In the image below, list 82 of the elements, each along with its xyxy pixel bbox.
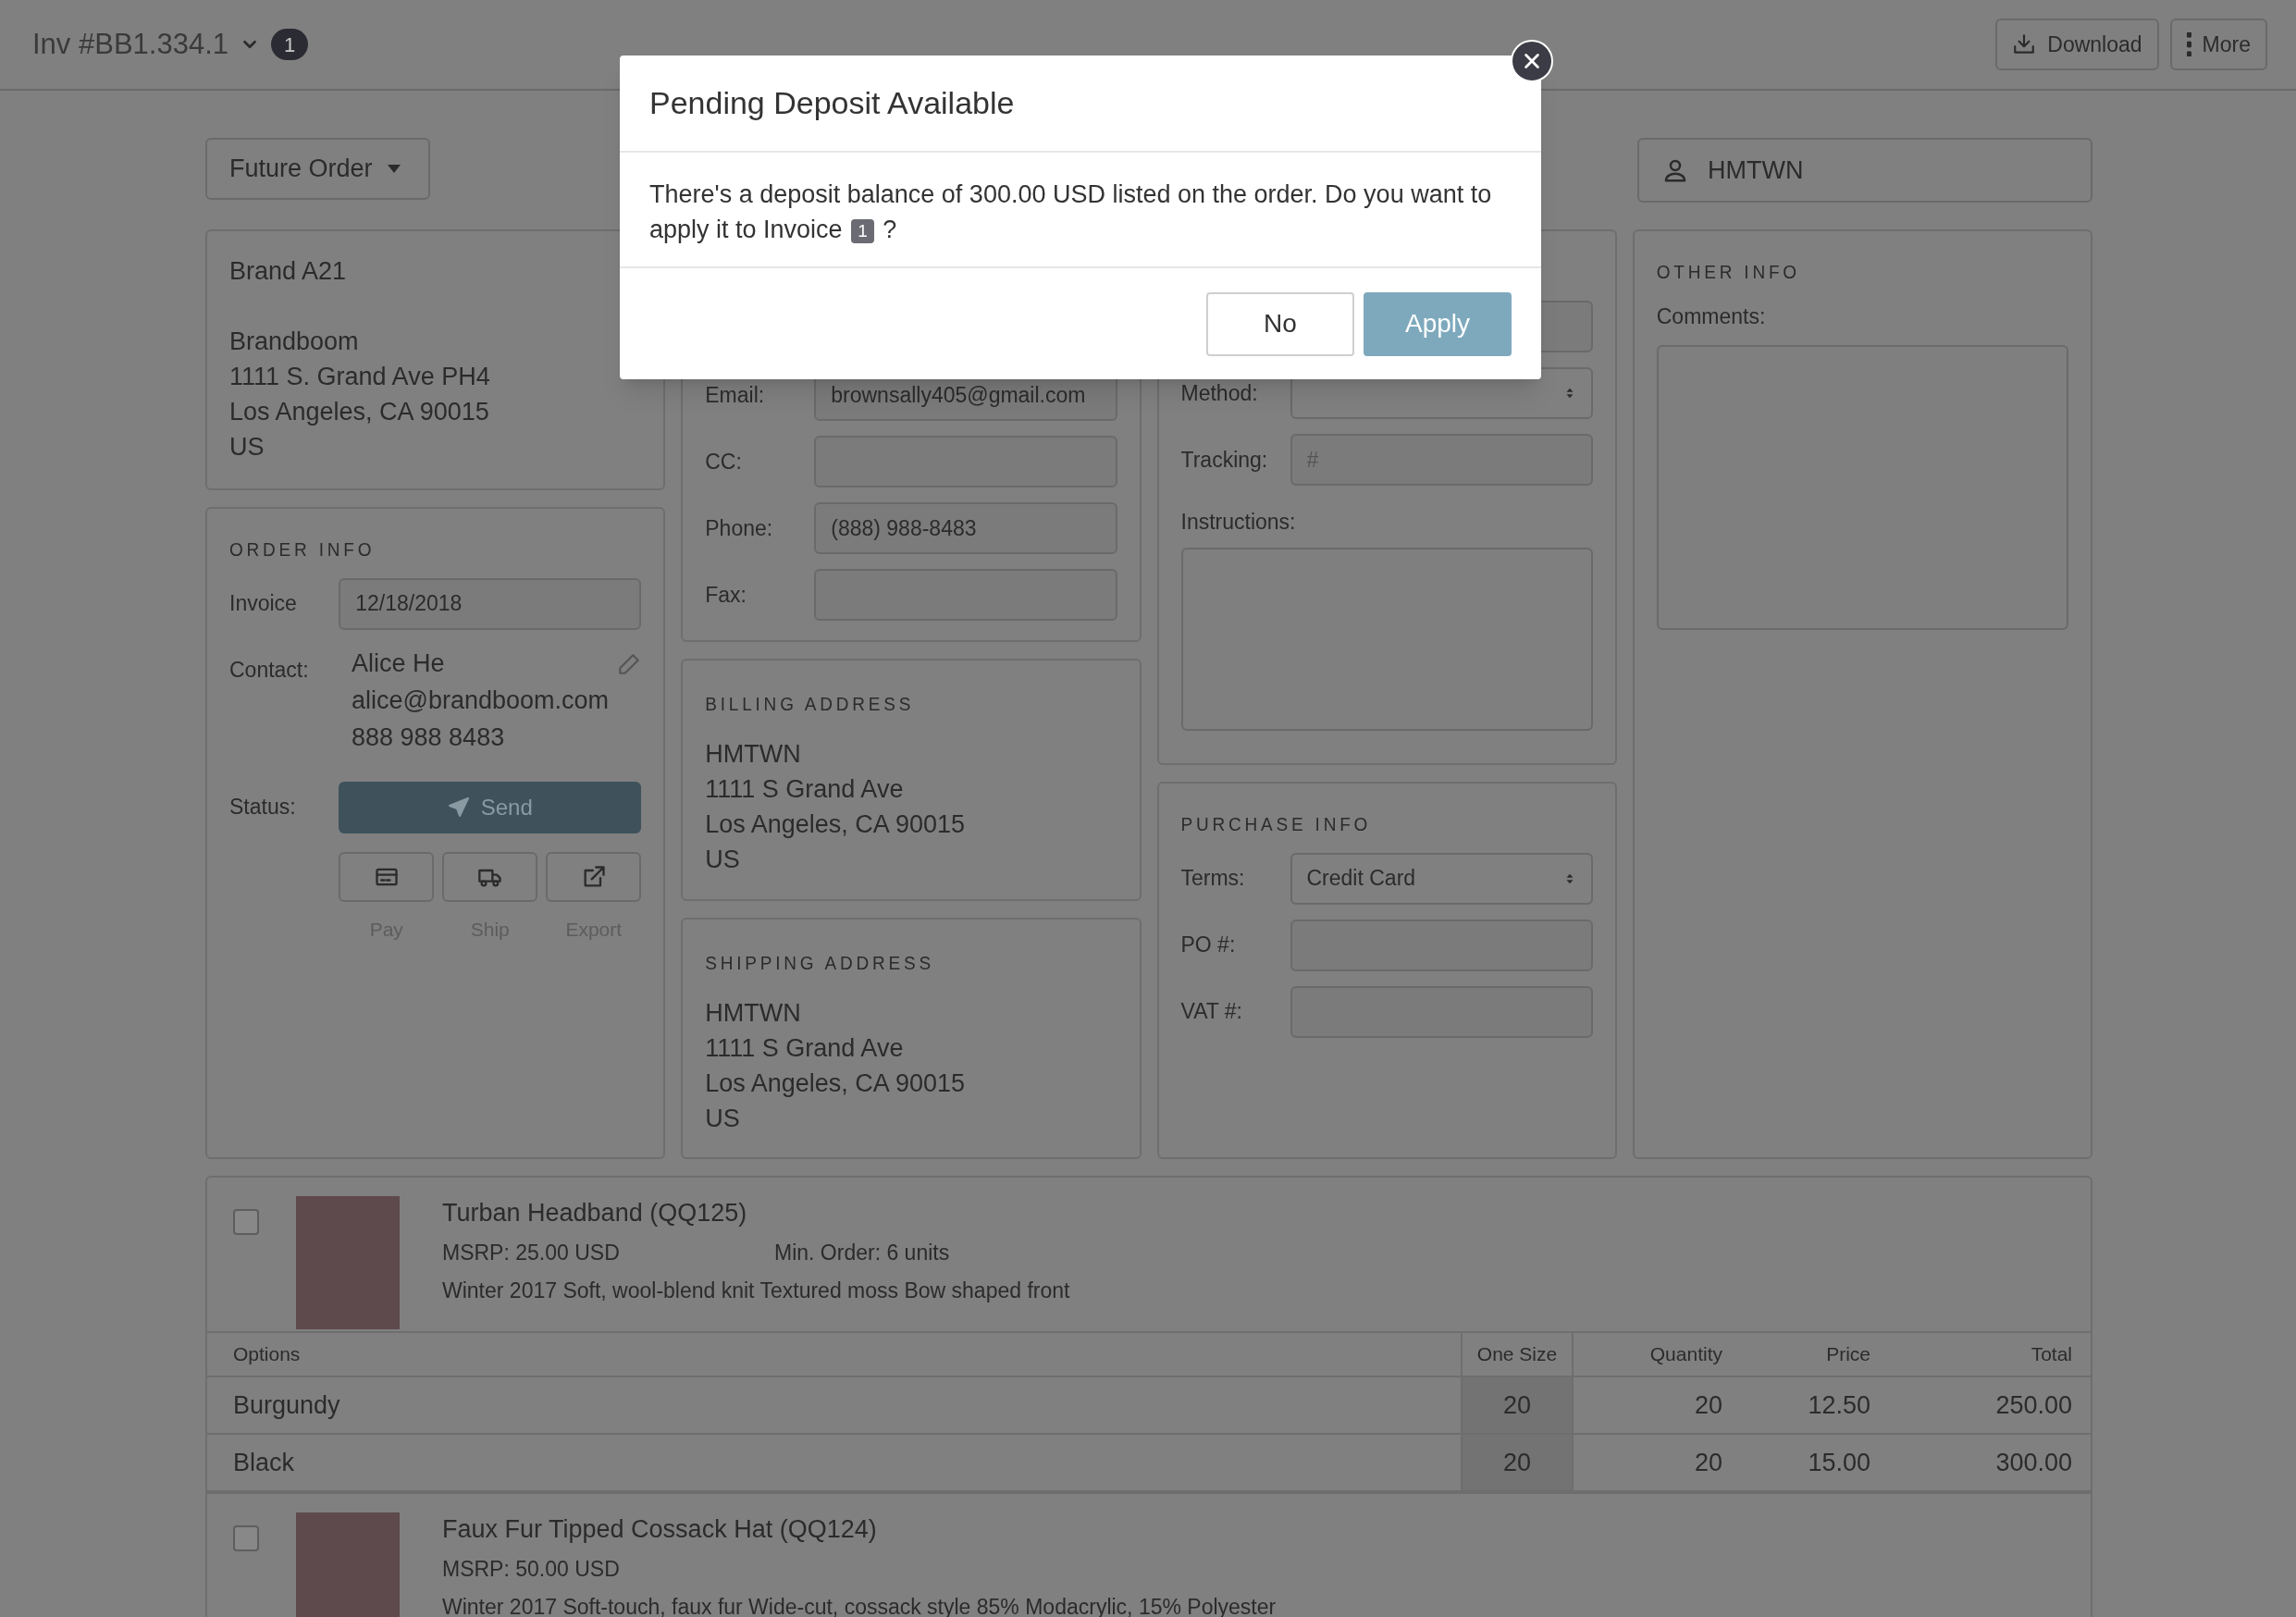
min-order-text: Min. Order: 6 units <box>774 1240 950 1266</box>
table-cell: 15.00 <box>1722 1434 1870 1491</box>
address-line: 1111 S Grand Ave <box>705 774 905 805</box>
contact-line: alice@brandboom.com <box>352 685 610 716</box>
field-label: Terms: <box>1180 865 1246 893</box>
field-label: Instructions: <box>1180 509 1297 536</box>
dialog-message: There's a deposit balance of 300.00 USD listed on the order. Do you want to apply it to Invoice 1 ? <box>649 179 1493 245</box>
table-cell: 20 <box>1573 1376 1722 1434</box>
section-heading: OTHER INFO <box>1656 259 1801 284</box>
field-label: VAT #: <box>1180 998 1243 1026</box>
table-cell: 20 <box>1462 1434 1573 1491</box>
field-label: Tracking: <box>1180 446 1269 474</box>
apply-button[interactable]: Apply <box>1364 291 1512 356</box>
table-cell: 20 <box>1573 1434 1722 1491</box>
download-tray-icon <box>2012 32 2037 56</box>
pencil-icon <box>617 651 642 676</box>
field-label: PO #: <box>1180 932 1237 959</box>
address-line: HMTWN <box>705 739 802 770</box>
contact-line: Alice He <box>352 648 446 679</box>
field-label: Method: <box>1180 379 1259 407</box>
invoice-title: Inv #BB1.334.1 <box>32 26 228 62</box>
field-label: Invoice <box>229 590 298 618</box>
table-cell: Black <box>207 1434 1462 1491</box>
section-heading: ORDER INFO <box>229 537 376 562</box>
download-button[interactable]: Download <box>1995 19 2159 70</box>
msrp-text: MSRP: 50.00 USD <box>442 1556 621 1583</box>
column-header: Quantity <box>1573 1332 1722 1376</box>
checkbox[interactable] <box>233 1209 259 1235</box>
address-line: Los Angeles, CA 90015 <box>705 809 966 840</box>
table-cell: Burgundy <box>207 1376 1462 1434</box>
contact-line: 888 988 8483 <box>352 722 506 753</box>
field-label: Phone: <box>705 514 774 542</box>
invoice-badge: 1 <box>851 218 874 243</box>
table-cell: 300.00 <box>1870 1434 2091 1491</box>
more-icon <box>2186 32 2191 56</box>
checkbox[interactable] <box>233 1525 259 1551</box>
msrp-text: MSRP: 25.00 USD <box>442 1240 621 1266</box>
section-heading: PURCHASE INFO <box>1180 811 1373 836</box>
column-header: Price <box>1722 1332 1870 1376</box>
table-cell: 20 <box>1462 1376 1573 1434</box>
product-name: Faux Fur Tipped Cossack Hat (QQ124) <box>442 1514 878 1545</box>
address-line: US <box>705 1103 741 1134</box>
input-field[interactable]: (888) 988-8483 <box>814 502 1117 554</box>
address-line: Los Angeles, CA 90015 <box>705 1068 966 1099</box>
field-label: Comments: <box>1656 302 1767 330</box>
address-line: Los Angeles, CA 90015 <box>229 397 490 427</box>
count-badge: 1 <box>271 29 308 60</box>
column-header: Total <box>1870 1332 2091 1376</box>
product-description: Winter 2017 Soft, wool-blend knit Textured moss Bow shaped front <box>442 1277 1070 1304</box>
invoice-date-field[interactable]: 12/18/2018 <box>339 577 642 630</box>
address-line: Brandboom <box>229 327 360 357</box>
dialog-title: Pending Deposit Available <box>649 84 1015 122</box>
section-heading: SHIPPING ADDRESS <box>705 950 935 975</box>
column-header: Options <box>207 1332 1462 1376</box>
brand-name: Brand A21 <box>229 256 348 287</box>
table-cell: 250.00 <box>1870 1376 2091 1434</box>
section-heading: BILLING ADDRESS <box>705 691 916 716</box>
input-field[interactable]: # <box>1290 434 1593 486</box>
address-line: US <box>229 432 265 463</box>
field-label: Email: <box>705 381 766 409</box>
action-button[interactable] <box>546 851 642 902</box>
more-button[interactable]: More <box>2169 19 2267 70</box>
address-line: 1111 S Grand Ave <box>705 1032 905 1064</box>
field-label: Fax: <box>705 581 747 609</box>
action-button[interactable] <box>339 851 435 902</box>
caret-down-icon <box>387 165 401 173</box>
table-cell: 12.50 <box>1722 1376 1870 1434</box>
field-label: Status: <box>229 794 296 821</box>
no-button[interactable]: No <box>1206 291 1354 356</box>
paper-plane-icon <box>447 796 470 819</box>
select-field[interactable]: Credit Card <box>1290 852 1593 905</box>
field-label: CC: <box>705 448 743 475</box>
product-name: Turban Headband (QQ125) <box>442 1198 748 1228</box>
field-label: Contact: <box>229 656 310 684</box>
address-line: US <box>705 845 741 875</box>
send-button[interactable]: Send <box>339 781 642 833</box>
customer-field[interactable]: HMTWN <box>1637 138 2092 203</box>
address-line: 1111 S. Grand Ave PH4 <box>229 362 491 392</box>
action-button[interactable] <box>442 851 538 902</box>
close-icon <box>1522 51 1542 71</box>
order-type-dropdown[interactable]: Future Order <box>205 138 430 200</box>
address-line: HMTWN <box>705 997 802 1029</box>
